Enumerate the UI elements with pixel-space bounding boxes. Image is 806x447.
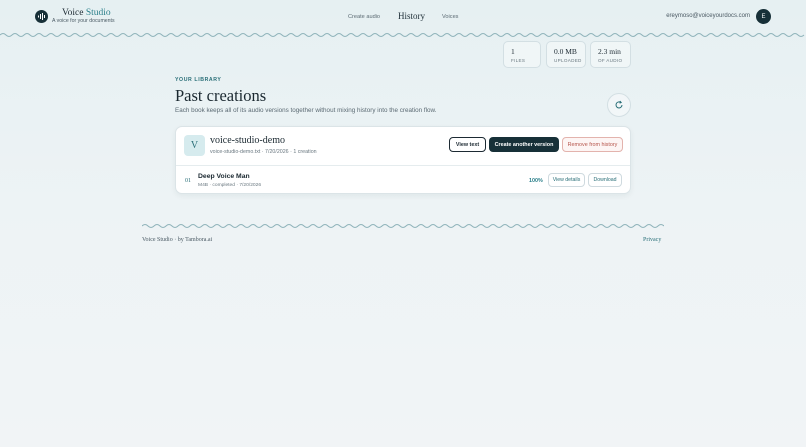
brand-name-primary: Voice [62, 8, 84, 18]
stat-files-label: Files [511, 58, 526, 63]
section-eyebrow: YOUR LIBRARY [175, 77, 222, 83]
page-title: Past creations [175, 86, 267, 105]
privacy-link[interactable]: Privacy [643, 237, 661, 243]
footer-credit: Voice Studio · by Tambora.ai [142, 237, 213, 243]
wave-divider-top [0, 33, 805, 37]
stat-uploaded-label: Uploaded [554, 58, 582, 63]
card-divider [176, 165, 630, 166]
book-card: V voice-studio-demo voice-studio-demo.tx… [175, 126, 631, 194]
book-meta: voice-studio-demo.txt · 7/20/2026 · 1 cr… [210, 149, 317, 155]
book-title: voice-studio-demo [210, 135, 285, 146]
wave-divider-bottom [142, 224, 664, 228]
stat-uploaded: 0.0 MB Uploaded [546, 41, 586, 68]
creation-title: Deep Voice Man [198, 173, 250, 180]
stat-files-value: 1 [511, 47, 515, 56]
brand-name[interactable]: Voice Studio [62, 8, 111, 18]
stat-audio-value: 2.3 min [598, 47, 621, 56]
creation-index: 01 [185, 178, 191, 184]
remove-from-history-button[interactable]: Remove from history [562, 137, 623, 152]
nav-create-audio[interactable]: Create audio [348, 14, 380, 20]
view-text-button[interactable]: View text [449, 137, 486, 152]
view-details-button[interactable]: View details [548, 173, 585, 187]
creation-meta: M4B · completed · 7/20/2026 [198, 183, 262, 188]
create-another-version-button[interactable]: Create another version [489, 137, 559, 152]
brand-name-accent: Studio [85, 8, 111, 18]
stat-uploaded-value: 0.0 MB [554, 47, 577, 56]
audio-wave-icon[interactable] [35, 10, 48, 23]
stat-audio-label: Of audio [598, 58, 623, 63]
book-initial-tile: V [184, 135, 205, 156]
page-subtitle: Each book keeps all of its audio version… [175, 107, 437, 114]
stat-audio: 2.3 min Of audio [590, 41, 631, 68]
brand-tagline: A voice for your documents [52, 18, 115, 24]
nav-history[interactable]: History [398, 11, 425, 21]
refresh-icon [615, 100, 623, 109]
top-header: Voice Studio A voice for your documents … [0, 0, 806, 34]
user-email: ereymoso@voiceyourdocs.com [666, 13, 750, 19]
refresh-button[interactable] [607, 93, 631, 117]
download-button[interactable]: Download [588, 173, 622, 187]
stat-files: 1 Files [503, 41, 541, 68]
creation-progress: 100% [529, 178, 543, 184]
nav-voices[interactable]: Voices [442, 14, 458, 20]
avatar[interactable]: E [756, 9, 771, 24]
